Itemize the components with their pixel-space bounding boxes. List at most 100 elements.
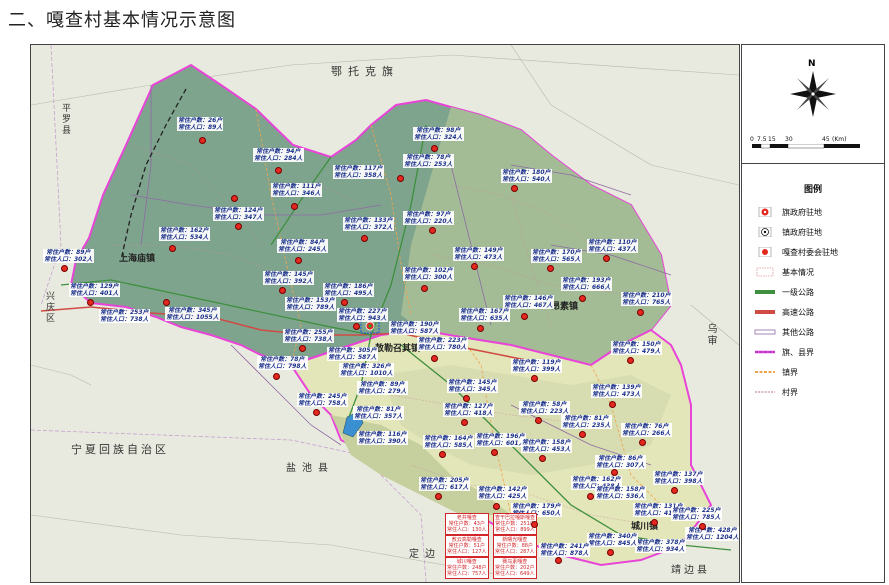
compass-box: N 0 7.5 15 30 45 (Km) bbox=[742, 45, 884, 164]
village-seat-pin bbox=[579, 295, 586, 302]
legend-item-highway: 高速公路 bbox=[754, 305, 814, 319]
compass-rose-icon bbox=[790, 71, 836, 117]
village-seat-pin bbox=[699, 523, 706, 530]
village-stat-label: 常住户数：127户 常住人口：418人 bbox=[443, 403, 494, 417]
village-stat-label: 常住户数：98户 常住人口：324人 bbox=[413, 127, 464, 141]
village-seat-pin bbox=[435, 493, 442, 500]
village-seat-pin bbox=[555, 557, 562, 564]
village-seat-pin bbox=[169, 245, 176, 252]
village-stat-label: 常住户数：340户 常住人口：845人 bbox=[587, 533, 638, 547]
village-seat-pin bbox=[299, 345, 306, 352]
village-seat-pin bbox=[273, 373, 280, 380]
village-seat-pin bbox=[421, 285, 428, 292]
region-label-pingluo: 平罗县 bbox=[60, 103, 70, 136]
village-seat-pin bbox=[163, 299, 170, 306]
scale-unit: (Km) bbox=[832, 136, 847, 143]
red-info-box: 敖云高勒嘎查 常住户数：51户 常住人口：127人 bbox=[445, 535, 489, 557]
village-seat-pin bbox=[313, 409, 320, 416]
village-stat-label: 常住户数：227户 常住人口：943人 bbox=[337, 308, 388, 322]
basic-info-icon bbox=[754, 267, 776, 277]
village-stat-label: 常住户数：326户 常住人口：1010人 bbox=[339, 363, 394, 377]
scale-tick: 30 bbox=[785, 136, 793, 143]
village-stat-label: 常住户数：345户 常住人口：1055人 bbox=[165, 307, 220, 321]
town-angsu: 昂素镇 bbox=[551, 302, 579, 312]
village-stat-label: 常住户数：58户 常住人口：223人 bbox=[519, 401, 570, 415]
village-stat-label: 常住户数：78户 常住人口：798人 bbox=[257, 356, 308, 370]
village-seat-pin bbox=[87, 299, 94, 306]
region-label-wushen: 乌审 bbox=[705, 323, 716, 347]
village-stat-label: 常住户数：196户 常住人口：601人 bbox=[475, 433, 526, 447]
legend-title: 图例 bbox=[803, 185, 822, 195]
village-stat-label: 常住户数：223户 常住人口：780人 bbox=[417, 337, 468, 351]
village-stat-label: 常住户数：428户 常住人口：1204人 bbox=[685, 527, 739, 541]
village-seat-pin bbox=[651, 519, 658, 526]
village-stat-label: 常住户数：124户 常住人口：347人 bbox=[213, 207, 264, 221]
legend-item-primary-road: 一级公路 bbox=[754, 285, 814, 299]
page-title: 二、嘎查村基本情况示意图 bbox=[8, 10, 236, 31]
village-stat-label: 常住户数：139户 常住人口：473人 bbox=[591, 384, 642, 398]
village-seat-pin bbox=[61, 265, 68, 272]
village-seat-pin bbox=[431, 355, 438, 362]
red-info-box: 赛乌素嘎查 常住户数：202户 常住人口：649人 bbox=[493, 557, 537, 579]
village-seat-pin bbox=[493, 503, 500, 510]
village-stat-label: 常住户数：253户 常住人口：738人 bbox=[99, 309, 150, 323]
scale-tick: 45 bbox=[822, 136, 830, 143]
village-seat-pin bbox=[231, 195, 238, 202]
region-label-ningxia: 宁夏回族自治区 bbox=[71, 443, 169, 456]
village-stat-label: 常住户数：245户 常住人口：758人 bbox=[297, 393, 348, 407]
village-stat-label: 常住户数：137户 常住人口：398人 bbox=[653, 471, 704, 485]
village-stat-label: 常住户数：78户 常住人口：253人 bbox=[403, 154, 454, 168]
village-stat-label: 常住户数：133户 常住人口：372人 bbox=[343, 217, 394, 231]
village-seat-pin bbox=[461, 419, 468, 426]
region-label-yanchi: 盐池县 bbox=[286, 463, 334, 474]
village-stat-label: 常住户数：162户 常住人口：534人 bbox=[159, 227, 210, 241]
village-stat-label: 常住户数：26户 常住人口：89人 bbox=[177, 117, 224, 131]
village-stat-label: 常住户数：180户 常住人口：540人 bbox=[501, 169, 552, 183]
village-stat-label: 常住户数：164户 常住人口：585人 bbox=[423, 435, 474, 449]
village-seat-pin bbox=[477, 325, 484, 332]
village-seat-pin bbox=[627, 357, 634, 364]
village-seat-pin bbox=[521, 313, 528, 320]
village-seat-pin bbox=[341, 299, 348, 306]
scale-tick: 0 bbox=[750, 136, 754, 143]
village-seat-pin bbox=[639, 439, 646, 446]
village-stat-label: 常住户数：146户 常住人口：467人 bbox=[503, 295, 554, 309]
village-seat-pin bbox=[491, 449, 498, 456]
village-seat-pin bbox=[361, 235, 368, 242]
scale-bar bbox=[752, 144, 860, 149]
village-seat-pin bbox=[579, 431, 586, 438]
village-stat-label: 常住户数：119户 常住人口：399人 bbox=[511, 359, 562, 373]
region-label-ordos: 鄂托克旗 bbox=[331, 65, 399, 78]
village-seat-pin bbox=[607, 549, 614, 556]
village-stat-label: 常住户数：158户 常住人口：453人 bbox=[521, 439, 572, 453]
village-stat-label: 常住户数：129户 常住人口：401人 bbox=[69, 283, 120, 297]
village-seat-pin bbox=[531, 375, 538, 382]
legend-item-other-road: 其他公路 bbox=[754, 325, 814, 339]
village-border-icon bbox=[754, 387, 776, 397]
village-stat-label: 常住户数：81户 常住人口：357人 bbox=[353, 406, 404, 420]
village-stat-label: 常住户数：117户 常住人口：358人 bbox=[333, 165, 384, 179]
village-stat-label: 常住户数：84户 常住人口：245人 bbox=[277, 239, 328, 253]
village-seat-pin bbox=[547, 265, 554, 272]
region-green-east bbox=[401, 107, 671, 365]
village-stat-label: 常住户数：149户 常住人口：473人 bbox=[453, 247, 504, 261]
village-seat-pin bbox=[463, 395, 470, 402]
village-stat-label: 常住户数：110户 常住人口：437人 bbox=[587, 239, 638, 253]
village-seat-pin bbox=[199, 137, 206, 144]
legend-item-basic-info: 基本情况 bbox=[754, 265, 814, 279]
legend-item-town-gov: 镇政府驻地 bbox=[754, 225, 822, 239]
village-stat-label: 常住户数：89户 常住人口：302人 bbox=[43, 249, 94, 263]
village-seat-pin bbox=[295, 257, 302, 264]
legend-item-village-seat: 嘎查村委会驻地 bbox=[754, 245, 838, 259]
village-stat-label: 常住户数：225户 常住人口：785人 bbox=[671, 507, 722, 521]
town-gov-icon bbox=[754, 226, 776, 238]
village-stat-label: 常住户数：167户 常住人口：635人 bbox=[459, 308, 510, 322]
village-stat-label: 常住户数：205户 常住人口：617人 bbox=[419, 477, 470, 491]
scale-tick: 15 bbox=[768, 136, 776, 143]
town-shanghaimiao: 上海庙镇 bbox=[119, 254, 156, 264]
village-seat-pin bbox=[603, 255, 610, 262]
village-stat-label: 常住户数：76户 常住人口：266人 bbox=[621, 423, 672, 437]
village-stat-label: 常住户数：158户 常住人口：536人 bbox=[595, 486, 646, 500]
village-stat-label: 常住户数：116户 常住人口：390人 bbox=[357, 431, 408, 445]
village-seat-pin bbox=[431, 145, 438, 152]
